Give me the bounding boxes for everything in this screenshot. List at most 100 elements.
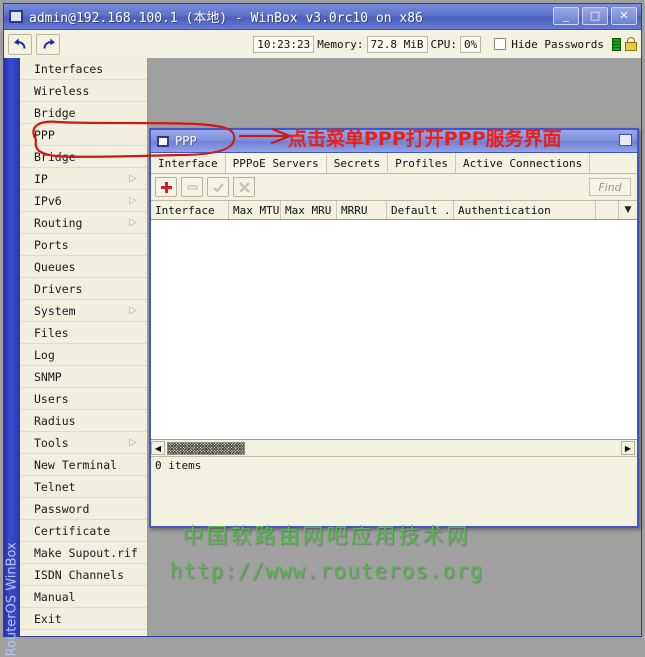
sidebar-item-interfaces[interactable]: Interfaces — [20, 58, 147, 80]
sidebar-item-ipv6[interactable]: IPv6 ▷ — [20, 190, 147, 212]
sidebar-item-label: Bridge — [34, 105, 76, 120]
enable-button[interactable] — [207, 177, 229, 197]
ppp-maximize-button[interactable] — [619, 134, 632, 146]
minimize-button[interactable]: _ — [553, 7, 579, 25]
column-header-authentication[interactable]: Authentication — [454, 201, 596, 219]
close-button[interactable]: ✕ — [611, 7, 637, 25]
page-title: admin@192.168.100.1 (本地) - WinBox v3.0rc… — [29, 11, 423, 26]
maximize-button[interactable]: □ — [582, 7, 608, 25]
ppp-window: PPP Interface PPPoE Servers Secrets Profile… — [149, 128, 639, 528]
column-header-max-mtu[interactable]: Max MTU — [229, 201, 281, 219]
chevron-down-icon[interactable]: ▼ — [618, 201, 637, 219]
scroll-right-arrow[interactable]: ▶ — [621, 441, 635, 455]
watermark: 中国软路由网吧应用技术网 http://www.routeros.org — [4, 520, 645, 583]
sidebar-item-bridge[interactable]: Bridge — [20, 146, 147, 168]
sidebar-item-label: Drivers — [34, 281, 83, 296]
sidebar-item-label: IPv6 — [34, 193, 62, 208]
add-button[interactable] — [155, 177, 177, 197]
ppp-tabs: Interface PPPoE Servers Secrets Profiles Act… — [151, 153, 637, 174]
window-controls: _ □ ✕ — [553, 7, 637, 25]
redo-button[interactable] — [36, 33, 60, 55]
sidebar-item-radius[interactable]: Radius — [20, 410, 147, 432]
sidebar-item-label: Wireless — [34, 83, 90, 98]
main-titlebar: admin@192.168.100.1 (本地) - WinBox v3.0rc… — [4, 4, 641, 30]
sidebar-item-ports[interactable]: Ports — [20, 234, 147, 256]
toolbar-status-group: 10:23:23 Memory: 72.8 MiB CPU: 0% Hide P… — [252, 35, 637, 53]
sidebar-item-new-terminal[interactable]: New Terminal — [20, 454, 147, 476]
disable-button[interactable] — [233, 177, 255, 197]
column-header-max-mru[interactable]: Max MRU — [281, 201, 337, 219]
clock-display: 10:23:23 — [253, 35, 315, 53]
remove-button[interactable] — [181, 177, 203, 197]
ppp-table-header: InterfaceMax MTUMax MRUMRRUDefault ...Au… — [151, 200, 637, 220]
sidebar-item-label: Files — [34, 325, 69, 340]
maximize-icon: □ — [589, 9, 601, 22]
winbox-main-window: admin@192.168.100.1 (本地) - WinBox v3.0rc… — [3, 3, 645, 657]
sidebar-item-queues[interactable]: Queues — [20, 256, 147, 278]
watermark-line-2: http://www.routeros.org — [169, 559, 484, 583]
cpu-value: 0% — [460, 35, 482, 53]
chevron-right-icon: ▷ — [129, 217, 137, 228]
column-header-default[interactable]: Default ... — [387, 201, 454, 219]
sidebar-item-system[interactable]: System ▷ — [20, 300, 147, 322]
sidebar-item-log[interactable]: Log — [20, 344, 147, 366]
undo-icon — [13, 38, 25, 49]
sidebar-item-drivers[interactable]: Drivers — [20, 278, 147, 300]
tab-profiles[interactable]: Profiles — [388, 153, 457, 173]
sidebar-item-label: Exit — [34, 611, 62, 626]
scrollbar-track[interactable] — [245, 442, 637, 455]
sidebar-item-ip[interactable]: IP ▷ — [20, 168, 147, 190]
sidebar-item-tools[interactable]: Tools ▷ — [20, 432, 147, 454]
sidebar-item-label: System — [34, 303, 76, 318]
minus-icon — [187, 185, 197, 189]
memory-label: Memory: — [317, 37, 364, 51]
plus-icon — [160, 181, 172, 193]
sidebar-item-label: Tools — [34, 435, 69, 450]
lock-icon[interactable] — [625, 37, 637, 51]
sidebar-item-label: Interfaces — [34, 61, 104, 76]
sidebar-item-exit[interactable]: Exit — [20, 608, 147, 630]
horizontal-scrollbar[interactable]: ◀ ▶ — [151, 440, 637, 457]
find-button[interactable]: Find — [589, 178, 631, 196]
sidebar-item-password[interactable]: Password — [20, 498, 147, 520]
sidebar-item-telnet[interactable]: Telnet — [20, 476, 147, 498]
chevron-right-icon: ▷ — [129, 305, 137, 316]
sidebar-item-label: Log — [34, 347, 55, 362]
sidebar-item-label: Users — [34, 391, 69, 406]
sidebar-item-label: Routing — [34, 215, 83, 230]
ppp-table-body[interactable] — [151, 220, 637, 440]
sidebar-item-label: Queues — [34, 259, 76, 274]
sidebar-item-label: Radius — [34, 413, 76, 428]
tab-secrets[interactable]: Secrets — [326, 153, 389, 173]
sidebar-item-routing[interactable]: Routing ▷ — [20, 212, 147, 234]
watermark-line-1: 中国软路由网吧应用技术网 — [182, 524, 471, 548]
tab-pppoe-servers[interactable]: PPPoE Servers — [225, 153, 327, 173]
scrollbar-thumb[interactable] — [167, 441, 245, 455]
tab-interface[interactable]: Interface — [151, 153, 226, 173]
sidebar-item-users[interactable]: Users — [20, 388, 147, 410]
column-header-mrru[interactable]: MRRU — [337, 201, 387, 219]
hide-passwords-label: Hide Passwords — [511, 37, 604, 51]
sidebar-item-label: Password — [34, 501, 90, 516]
tab-active-connections[interactable]: Active Connections — [456, 153, 591, 173]
sidebar-item-label: Bridge — [34, 149, 76, 164]
sidebar-item-label: IP — [34, 171, 48, 186]
check-icon — [212, 182, 224, 192]
sidebar-item-wireless[interactable]: Wireless — [20, 80, 147, 102]
sidebar-item-manual[interactable]: Manual — [20, 586, 147, 608]
sidebar-item-files[interactable]: Files — [20, 322, 147, 344]
sidebar-item-label: New Terminal — [34, 457, 118, 472]
signal-bars-icon — [612, 37, 621, 51]
sidebar-item-ppp[interactable]: PPP — [20, 124, 147, 146]
sidebar-item-label: SNMP — [34, 369, 62, 384]
hide-passwords-control[interactable]: Hide Passwords — [494, 38, 604, 51]
hide-passwords-checkbox[interactable] — [494, 38, 507, 50]
scroll-left-arrow[interactable]: ◀ — [151, 441, 165, 455]
sidebar-item-label: Ports — [34, 237, 69, 252]
sidebar-item-bridge[interactable]: Bridge — [20, 102, 147, 124]
main-toolbar: 10:23:23 Memory: 72.8 MiB CPU: 0% Hide P… — [4, 30, 641, 59]
sidebar-item-snmp[interactable]: SNMP — [20, 366, 147, 388]
ppp-window-title: PPP — [175, 134, 197, 148]
undo-button[interactable] — [8, 33, 32, 55]
column-header-interface[interactable]: Interface — [151, 201, 229, 219]
